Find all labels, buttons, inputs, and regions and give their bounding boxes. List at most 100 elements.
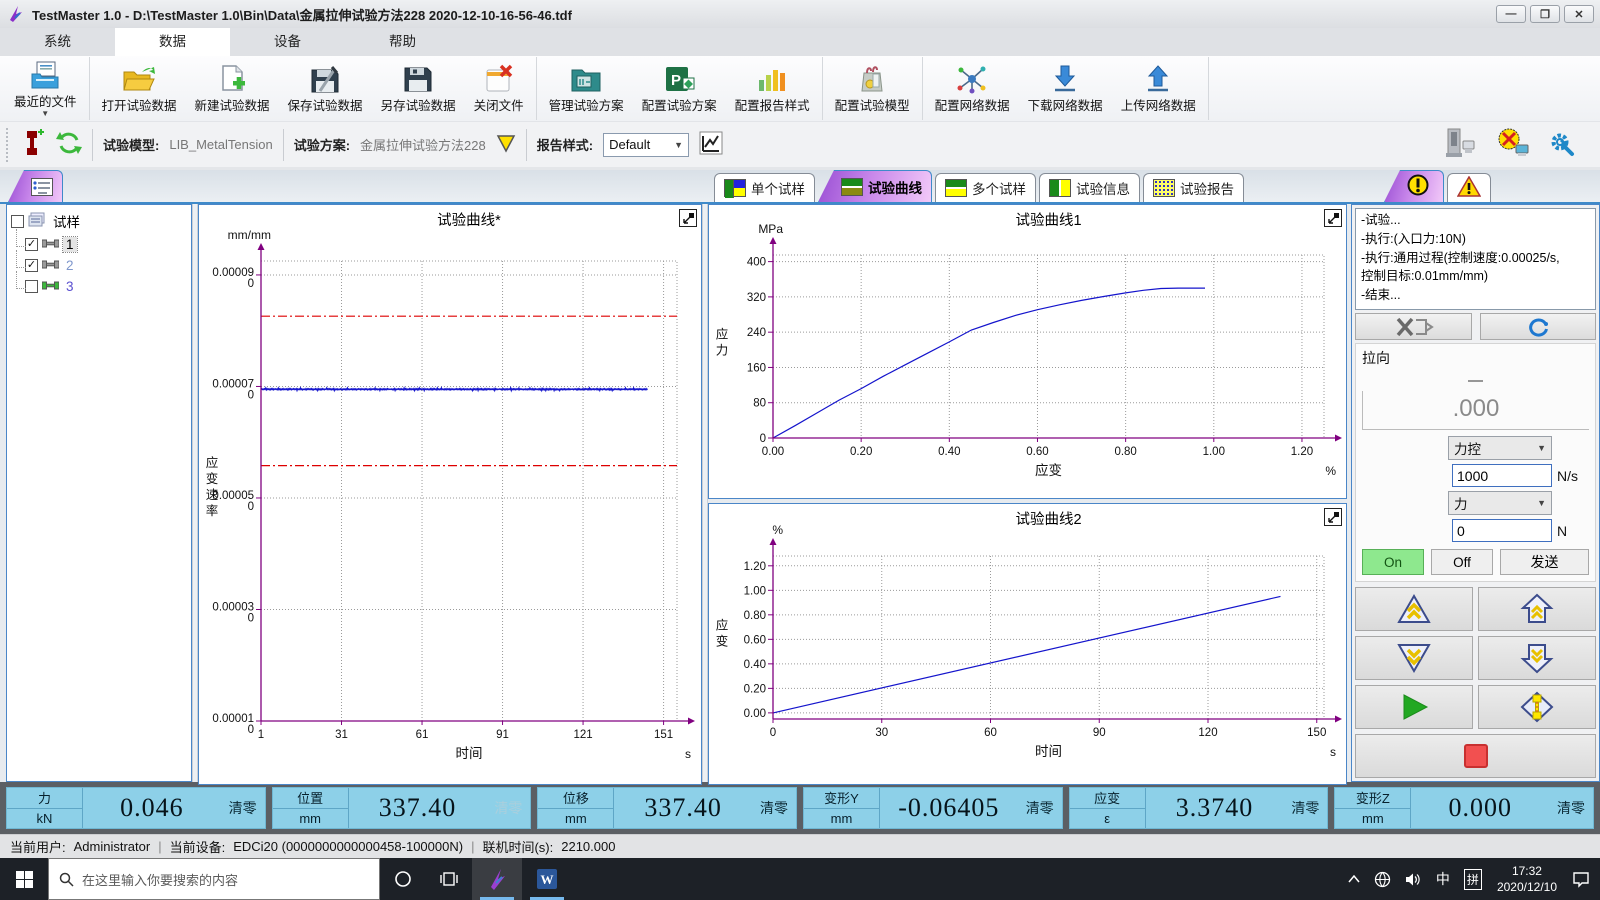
clear-button[interactable]: 清零 bbox=[1283, 788, 1327, 828]
tab-试验报告[interactable]: 试验报告 bbox=[1143, 173, 1244, 202]
chevron-down-icon: ▼ bbox=[674, 140, 683, 150]
chart-pin-button[interactable] bbox=[679, 209, 697, 227]
app-logo-icon bbox=[6, 4, 26, 24]
specimen-checkbox-1[interactable]: ✓ bbox=[25, 238, 38, 251]
restore-button[interactable]: ❐ bbox=[1530, 5, 1560, 23]
stop-button[interactable] bbox=[1355, 734, 1596, 778]
close-button[interactable]: ✕ bbox=[1564, 5, 1594, 23]
taskbar-search[interactable]: 在这里输入你要搜索的内容 bbox=[48, 858, 380, 900]
tab-specimen-list[interactable] bbox=[8, 170, 63, 202]
measurement-value: 0.046 bbox=[83, 788, 221, 828]
taskbar-clock[interactable]: 17:32 2020/12/10 bbox=[1489, 863, 1565, 895]
specimen-root-checkbox[interactable] bbox=[11, 215, 24, 228]
new-specimen-icon[interactable] bbox=[20, 129, 46, 160]
report-preview-icon[interactable] bbox=[699, 131, 723, 158]
speed-input[interactable] bbox=[1452, 464, 1552, 487]
clear-button[interactable]: 清零 bbox=[1549, 788, 1593, 828]
volume-icon[interactable] bbox=[1398, 858, 1429, 900]
ime-language-indicator[interactable]: 中 bbox=[1429, 858, 1457, 900]
svg-text:时间: 时间 bbox=[456, 746, 483, 761]
crosshead-up-fast-button[interactable] bbox=[1355, 587, 1473, 631]
toolbar-button-config-report[interactable]: 配置报告样式 bbox=[726, 57, 819, 120]
reconnect-button[interactable] bbox=[1480, 313, 1597, 340]
settings-gear-icon[interactable] bbox=[1548, 129, 1576, 160]
scheme-value: 金属拉伸试验方法228 bbox=[360, 135, 486, 154]
tab-messages[interactable] bbox=[1384, 170, 1444, 202]
tab-多个试样[interactable]: 多个试样 bbox=[935, 173, 1036, 202]
measurement-tile-力: 力 kN 0.046 清零 bbox=[6, 787, 266, 829]
tab-warnings[interactable] bbox=[1447, 173, 1491, 202]
cortana-button[interactable] bbox=[380, 858, 426, 900]
target-mode-select[interactable]: 力▼ bbox=[1448, 491, 1552, 515]
crosshead-up-button[interactable] bbox=[1478, 587, 1596, 631]
task-view-button[interactable] bbox=[426, 858, 472, 900]
start-button[interactable] bbox=[0, 858, 48, 900]
send-button[interactable]: 发送 bbox=[1500, 549, 1589, 575]
clear-button[interactable]: 清零 bbox=[221, 788, 265, 828]
svg-text:W: W bbox=[541, 872, 554, 887]
measurement-value: 0.000 bbox=[1411, 788, 1549, 828]
notification-center-button[interactable] bbox=[1565, 858, 1600, 900]
scheme-label: 试验方案: bbox=[294, 135, 350, 154]
ime-pinyin-indicator[interactable]: 拼 bbox=[1457, 858, 1489, 900]
tab-单个试样[interactable]: 单个试样 bbox=[714, 173, 815, 202]
specimen-root-label[interactable]: 试样 bbox=[50, 211, 83, 231]
crosshead-down-fast-button[interactable] bbox=[1355, 636, 1473, 680]
toolbar-button-save-as-data[interactable]: 另存试验数据 bbox=[372, 57, 465, 120]
toolbar-button-download-network[interactable]: 下载网络数据 bbox=[1019, 57, 1112, 120]
toolbar-button-new-data[interactable]: 新建试验数据 bbox=[186, 57, 279, 120]
refresh-specimen-icon[interactable] bbox=[56, 130, 82, 159]
menu-item-数据[interactable]: 数据 bbox=[115, 28, 230, 56]
chart-pin-button[interactable] bbox=[1324, 508, 1342, 526]
svg-text:0.00: 0.00 bbox=[762, 446, 784, 458]
specimen-checkbox-3[interactable] bbox=[25, 280, 38, 293]
specimen-checkbox-2[interactable]: ✓ bbox=[25, 259, 38, 272]
disconnect-extensometer-button[interactable] bbox=[1355, 313, 1472, 340]
toolbar-button-config-model[interactable]: 配置试验模型 bbox=[826, 57, 919, 120]
clear-button[interactable]: 清零 bbox=[752, 788, 796, 828]
tray-expand-chevron[interactable] bbox=[1341, 858, 1367, 900]
taskbar-testmaster-icon[interactable] bbox=[472, 858, 522, 900]
scheme-warning-icon[interactable] bbox=[496, 133, 516, 156]
clear-button[interactable]: 清零 bbox=[1018, 788, 1062, 828]
direction-indicator: — bbox=[1362, 372, 1589, 389]
toolbar-button-recent-files[interactable]: 最近的文件▼ bbox=[5, 57, 86, 120]
chart-pin-button[interactable] bbox=[1324, 209, 1342, 227]
report-style-select[interactable]: Default▼ bbox=[603, 133, 689, 157]
specimen-item-1[interactable]: ✓ 1 bbox=[25, 237, 187, 252]
tab-试验信息[interactable]: 试验信息 bbox=[1039, 173, 1140, 202]
config-report-icon bbox=[756, 64, 788, 94]
target-input[interactable] bbox=[1452, 519, 1552, 542]
menu-item-帮助[interactable]: 帮助 bbox=[345, 28, 460, 56]
menu-item-系统[interactable]: 系统 bbox=[0, 28, 115, 56]
specimen-item-2[interactable]: ✓ 2 bbox=[25, 258, 187, 273]
toolbar-button-upload-network[interactable]: 上传网络数据 bbox=[1112, 57, 1205, 120]
warning-icon bbox=[1457, 176, 1481, 200]
control-mode-select[interactable]: 力控▼ bbox=[1448, 436, 1552, 460]
toolbar-button-manage-scheme[interactable]: 管理试验方案 bbox=[540, 57, 633, 120]
crosshead-down-button[interactable] bbox=[1478, 636, 1596, 680]
network-globe-icon[interactable] bbox=[1367, 858, 1398, 900]
recent-files-icon bbox=[29, 60, 61, 90]
toolbar-button-open-data[interactable]: 打开试验数据 bbox=[93, 57, 186, 120]
measurement-name: 位移 bbox=[538, 788, 613, 809]
config-scheme-icon: P bbox=[663, 64, 695, 94]
minimize-button[interactable]: — bbox=[1496, 5, 1526, 23]
search-icon bbox=[59, 872, 74, 887]
taskbar-word-icon[interactable]: W bbox=[522, 858, 572, 900]
menu-item-设备[interactable]: 设备 bbox=[230, 28, 345, 56]
tab-试验曲线[interactable]: 试验曲线 bbox=[818, 170, 932, 202]
run-test-button[interactable] bbox=[1355, 685, 1473, 729]
specimen-list-icon bbox=[31, 178, 53, 196]
toolbar-button-close-file[interactable]: 关闭文件 bbox=[465, 57, 533, 120]
direction-label: 拉向 bbox=[1362, 348, 1589, 368]
control-on-button[interactable]: On bbox=[1362, 549, 1424, 575]
control-off-button[interactable]: Off bbox=[1431, 549, 1493, 575]
toolbar-button-config-network[interactable]: 配置网络数据 bbox=[926, 57, 1019, 120]
toolbar-button-save-data[interactable]: 保存试验数据 bbox=[279, 57, 372, 120]
specimen-item-3[interactable]: 3 bbox=[25, 279, 187, 294]
clear-button[interactable]: 清零 bbox=[486, 788, 530, 828]
return-specimen-button[interactable] bbox=[1478, 685, 1596, 729]
toolbar-button-config-scheme[interactable]: P配置试验方案 bbox=[633, 57, 726, 120]
machine-status-icon bbox=[1444, 127, 1478, 162]
